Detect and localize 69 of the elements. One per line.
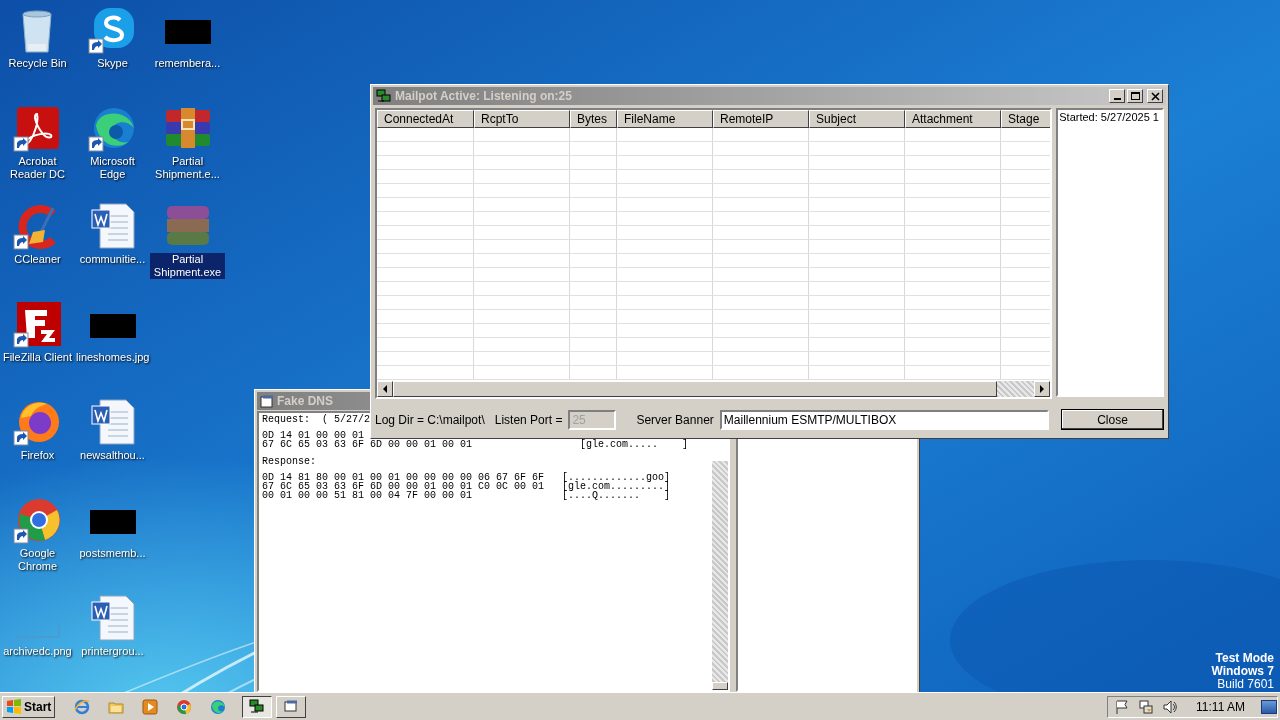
icon-label[interactable]: Partial Shipment.exe xyxy=(150,253,225,279)
network-computers-icon xyxy=(249,699,266,714)
window-title: Fake DNS xyxy=(277,393,334,410)
os-notice-text: Build 7601 xyxy=(1217,678,1274,691)
icon-label[interactable]: FileZilla Client xyxy=(1,351,74,364)
chrome-icon[interactable] xyxy=(176,698,193,715)
hex-dump-line: 67 6C 65 03 63 6F 6D 00 00 01 00 01 C0 0C 00 01 [gle.com.........] xyxy=(262,482,671,491)
close-icon xyxy=(1148,90,1162,102)
column-header[interactable]: Attachment xyxy=(905,110,1001,128)
network-icon[interactable] xyxy=(1138,698,1155,715)
column-header[interactable]: ConnectedAt xyxy=(377,110,474,128)
icon-label[interactable]: Firefox xyxy=(19,449,56,462)
speaker-icon[interactable] xyxy=(1162,698,1179,715)
log-heading: Response: xyxy=(262,457,316,466)
icon-label[interactable]: Recycle Bin xyxy=(7,57,68,70)
icon-label[interactable]: CCleaner xyxy=(13,253,62,266)
close-button[interactable] xyxy=(1147,89,1163,103)
close-button[interactable]: Close xyxy=(1060,409,1164,430)
log-line: Started: 5/27/2025 1 xyxy=(1059,110,1160,124)
icon-label[interactable]: Google Chrome xyxy=(0,547,75,573)
hex-dump-line: 0D 14 01 00 00 01 xyxy=(262,431,365,440)
right-arrow-icon xyxy=(1039,385,1046,393)
start-button[interactable]: Start xyxy=(2,695,56,718)
icon-label[interactable]: communitie... xyxy=(78,253,147,266)
maximize-button[interactable] xyxy=(1127,89,1143,103)
icon-label[interactable]: newsalthou... xyxy=(79,449,146,462)
icon-label[interactable]: remembera... xyxy=(153,57,222,70)
vertical-scrollbar[interactable] xyxy=(712,461,728,690)
column-header[interactable]: Stage xyxy=(1001,110,1051,128)
filezilla-icon[interactable] xyxy=(12,300,63,348)
os-notice-text: Windows 7 xyxy=(1211,665,1274,678)
icon-label[interactable]: Skype xyxy=(96,57,129,70)
server-banner-label: Server Banner xyxy=(636,411,714,429)
maximize-icon xyxy=(1128,90,1142,102)
icon-label[interactable]: Microsoft Edge xyxy=(75,155,150,181)
scrollbar-thumb[interactable] xyxy=(712,682,728,690)
window-icon xyxy=(283,699,300,714)
browser-e-icon[interactable] xyxy=(74,698,91,715)
icon-label[interactable]: lineshomes.jpg xyxy=(75,351,150,364)
clock[interactable]: 11:11 AM xyxy=(1196,697,1245,716)
chrome-icon[interactable] xyxy=(12,496,63,544)
minimize-button[interactable] xyxy=(1109,89,1125,103)
listen-port-label: Listen Port = xyxy=(494,411,563,429)
hex-dump-line: 00 01 00 00 51 81 00 04 7F 00 00 01 [....Q....... ] xyxy=(262,491,671,500)
hex-dump-line: 0D 14 81 80 00 01 00 01 00 00 00 00 06 67 6F 6F [.............goo] xyxy=(262,473,671,482)
flag-icon[interactable] xyxy=(1114,698,1131,715)
network-computers-icon xyxy=(376,89,392,103)
column-header[interactable]: RemoteIP xyxy=(713,110,809,128)
column-header[interactable]: Bytes xyxy=(570,110,617,128)
icon-label[interactable]: Acrobat Reader DC xyxy=(0,155,75,181)
hex-dump-line: 67 6C 65 03 63 6F 6D 00 00 01 00 01 [gle.com..... ] xyxy=(262,440,689,449)
column-header[interactable]: FileName xyxy=(617,110,713,128)
windows-logo-icon xyxy=(6,699,22,714)
scroll-right-button[interactable] xyxy=(1034,381,1051,397)
column-header[interactable]: Subject xyxy=(809,110,905,128)
scroll-left-button[interactable] xyxy=(377,381,393,397)
column-header[interactable]: RcptTo xyxy=(474,110,570,128)
window-icon xyxy=(260,394,274,408)
log-heading: Request: ( 5/27/2 xyxy=(262,415,371,424)
icon-label[interactable]: Partial Shipment.e... xyxy=(150,155,225,181)
os-notice-text: Test Mode xyxy=(1215,652,1274,665)
taskbar-button[interactable] xyxy=(242,695,273,718)
banner-field[interactable]: Maillennium ESMTP/MULTIBOX xyxy=(719,409,1049,430)
minimize-icon xyxy=(1113,98,1121,100)
show-desktop-button[interactable] xyxy=(1261,699,1277,714)
left-arrow-icon xyxy=(382,385,388,393)
media-player-icon[interactable] xyxy=(142,698,159,715)
log-dir-label: Log Dir = C:\mailpot\ xyxy=(375,411,485,429)
window-title: Mailpot Active: Listening on:25 xyxy=(395,88,572,105)
